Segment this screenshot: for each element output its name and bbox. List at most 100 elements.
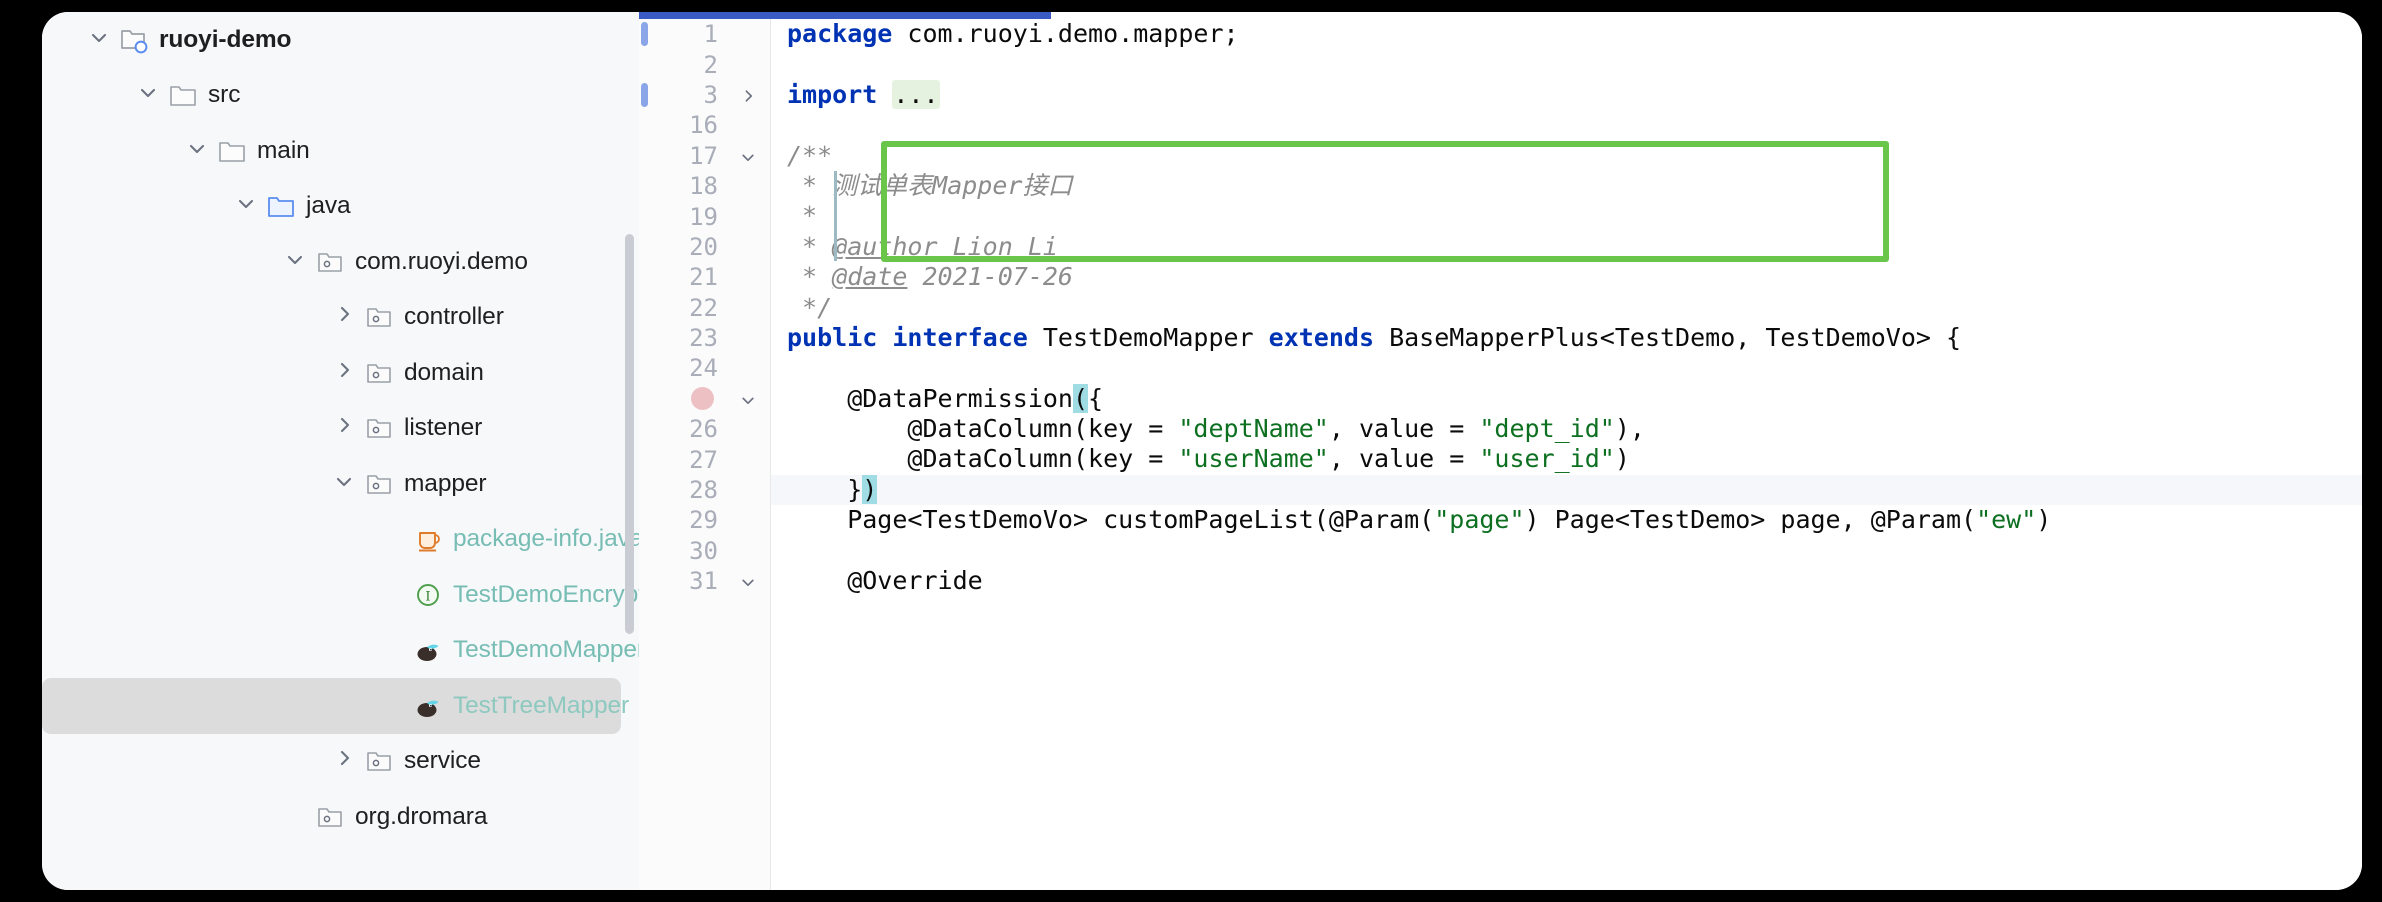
code-token: Lion Li — [937, 231, 1058, 261]
mybatis-icon — [413, 635, 443, 665]
line-number: 21 — [689, 263, 718, 292]
svg-text:I: I — [425, 589, 430, 604]
tree-item-label: TestDemoMapper — [453, 636, 639, 664]
tree-item[interactable]: ruoyi-demo — [42, 12, 639, 68]
line-number: 29 — [689, 506, 718, 535]
code-line[interactable]: @Override — [771, 566, 2362, 596]
chevron-right-icon[interactable] — [334, 748, 360, 774]
code-line[interactable]: @DataColumn(key = "userName", value = "u… — [771, 444, 2362, 474]
editor-area[interactable]: 1 2 3 16 17 18 19 20 21 22 23 24 26 27 28 29 30 31 packag… — [639, 12, 2362, 890]
gutter-line[interactable]: 19 — [639, 201, 770, 231]
module-folder-icon — [119, 25, 149, 55]
tree-item[interactable]: com.ruoyi.demo — [42, 234, 639, 290]
code-line[interactable] — [771, 536, 2362, 566]
gutter-line[interactable]: 2 — [639, 49, 770, 79]
tree-item-selected[interactable]: TestTreeMapper — [42, 678, 629, 734]
package-icon — [315, 802, 345, 832]
code-token: ... — [892, 79, 940, 109]
tree-item[interactable]: controller — [42, 290, 639, 346]
fold-collapse-icon[interactable] — [740, 392, 756, 408]
code-line[interactable]: * @author Lion Li — [771, 232, 2362, 262]
sidebar-scrollbar[interactable] — [625, 234, 634, 634]
fold-expand-icon[interactable] — [740, 88, 756, 104]
tree-item[interactable]: listener — [42, 401, 639, 457]
line-number: 16 — [689, 111, 718, 140]
code-line[interactable]: */ — [771, 293, 2362, 323]
tree-item[interactable]: src — [42, 68, 639, 124]
chevron-right-icon[interactable] — [334, 415, 360, 441]
code-line[interactable]: @DataPermission({ — [771, 383, 2362, 414]
line-number: 18 — [689, 172, 718, 201]
code-line[interactable] — [771, 110, 2362, 140]
tree-item[interactable]: I TestDemoEncryptMapper — [42, 567, 639, 623]
chevron-down-icon[interactable] — [236, 193, 262, 219]
gutter-line[interactable]: 26 — [639, 414, 770, 444]
code-token: } — [787, 474, 863, 504]
tree-item-label: ruoyi-demo — [159, 25, 292, 53]
tree-item[interactable]: TestDemoMapper — [42, 623, 639, 679]
gutter-line[interactable]: 29 — [639, 505, 770, 535]
code-token: "user_id" — [1479, 444, 1615, 474]
editor-gutter[interactable]: 1 2 3 16 17 18 19 20 21 22 23 24 26 27 28 29 30 31 — [639, 19, 771, 890]
code-line[interactable]: * @date 2021-07-26 — [771, 262, 2362, 292]
tree-item[interactable]: package-info.java — [42, 512, 639, 568]
chevron-right-icon[interactable] — [334, 304, 360, 330]
active-tab-underline — [639, 12, 1051, 19]
chevron-down-icon[interactable] — [187, 138, 213, 164]
code-line[interactable]: Page<TestDemoVo> customPageList(@Param("… — [771, 505, 2362, 535]
code-line[interactable]: package com.ruoyi.demo.mapper; — [771, 19, 2362, 49]
gutter-line[interactable]: 3 — [639, 80, 770, 110]
code-line[interactable]: /** — [771, 141, 2362, 171]
code-line[interactable]: public interface TestDemoMapper extends … — [771, 323, 2362, 353]
code-line[interactable]: import ... — [771, 79, 2362, 110]
tree-item[interactable]: domain — [42, 345, 639, 401]
gutter-line[interactable]: 22 — [639, 293, 770, 323]
tree-item[interactable]: service — [42, 734, 639, 790]
code-line[interactable]: * — [771, 201, 2362, 231]
gutter-line[interactable]: 18 — [639, 171, 770, 201]
code-token: TestDemoMapper — [1042, 322, 1269, 352]
code-line[interactable]: * 测试单表Mapper接口 — [771, 171, 2362, 201]
package-icon — [364, 746, 394, 776]
chevron-right-icon[interactable] — [334, 360, 360, 386]
breakpoint-icon[interactable] — [691, 387, 714, 411]
code-token: import — [787, 79, 893, 109]
gutter-line[interactable]: 16 — [639, 110, 770, 140]
line-number: 30 — [689, 536, 718, 565]
gutter-line[interactable]: 24 — [639, 353, 770, 383]
chevron-down-icon[interactable] — [334, 471, 360, 497]
project-tree[interactable]: ruoyi-demo src main java com.ruoyi.demo contr… — [42, 12, 639, 845]
folder-icon — [168, 80, 198, 110]
tree-item[interactable]: java — [42, 179, 639, 235]
fold-collapse-icon[interactable] — [740, 574, 756, 590]
code-lines[interactable]: package com.ruoyi.demo.mapper; import ..… — [771, 19, 2362, 596]
gutter-line[interactable]: 21 — [639, 262, 770, 292]
tree-item[interactable]: mapper — [42, 456, 639, 512]
tree-item[interactable]: org.dromara — [42, 789, 639, 845]
code-line[interactable]: @DataColumn(key = "deptName", value = "d… — [771, 414, 2362, 444]
gutter-line[interactable]: 23 — [639, 323, 770, 353]
fold-collapse-icon[interactable] — [740, 149, 756, 165]
gutter-line[interactable]: 31 — [639, 566, 770, 596]
gutter-line[interactable]: 28 — [639, 475, 770, 505]
code-line[interactable] — [771, 49, 2362, 79]
gutter-line[interactable] — [639, 384, 770, 414]
gutter-line[interactable]: 27 — [639, 444, 770, 474]
code-token: BaseMapperPlus<TestDemo, TestDemoVo> { — [1389, 322, 1962, 352]
code-token: "userName" — [1178, 444, 1329, 474]
code-token: ) — [1614, 444, 1630, 474]
code-line[interactable] — [771, 353, 2362, 383]
chevron-down-icon[interactable] — [138, 82, 164, 108]
chevron-down-icon[interactable] — [285, 249, 311, 275]
code-line[interactable]: }) — [771, 474, 2362, 506]
tree-item[interactable]: main — [42, 123, 639, 179]
gutter-line[interactable]: 20 — [639, 232, 770, 262]
gutter-line[interactable]: 17 — [639, 141, 770, 171]
code-pane[interactable]: package com.ruoyi.demo.mapper; import ..… — [771, 19, 2362, 890]
gutter-line[interactable]: 1 — [639, 19, 770, 49]
project-tool-window[interactable]: ruoyi-demo src main java com.ruoyi.demo contr… — [42, 12, 639, 890]
chevron-down-icon[interactable] — [89, 27, 115, 53]
gutter-line[interactable]: 30 — [639, 536, 770, 566]
line-number: 20 — [689, 232, 718, 261]
